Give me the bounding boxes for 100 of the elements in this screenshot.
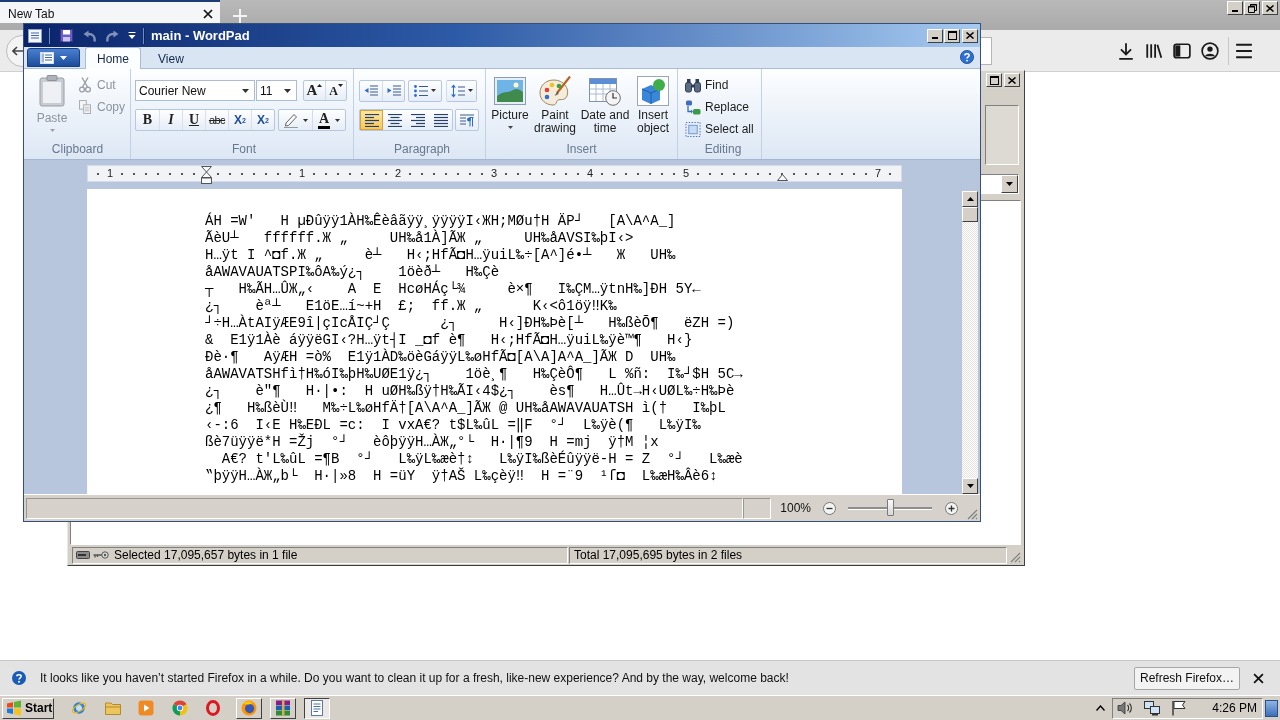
status-text: Total 17,095,695 bytes in 2 files [574, 548, 743, 562]
insert-object-button[interactable]: Insert object [632, 69, 674, 135]
paint-drawing-button[interactable]: Paint drawing [532, 69, 578, 135]
status-text: Selected 17,095,657 bytes in 1 file [114, 548, 298, 562]
maximize-icon [947, 31, 957, 40]
file-menu-button[interactable] [27, 48, 80, 67]
bold-button[interactable]: B [136, 110, 159, 130]
group-label: Paragraph [392, 142, 451, 158]
orbit-globe-icon[interactable] [71, 700, 87, 716]
bullets-button[interactable] [408, 79, 442, 102]
back-button[interactable] [6, 34, 23, 67]
monitors-icon[interactable] [1144, 700, 1161, 716]
bookshelf-icon[interactable] [1145, 42, 1163, 60]
document-icon[interactable] [28, 28, 42, 43]
scroll-down-button[interactable] [962, 478, 978, 494]
document-text-line: Ðè·¶ AÿÆH =ò% E1ÿ1ÀD‰öèGáÿÿL‰øHfÃ◘[A\A]A^A_]ÃЖ D UH‰ [205, 349, 676, 365]
ring-icon[interactable] [205, 700, 221, 716]
close-button[interactable] [1262, 1, 1278, 15]
group-label: Clipboard [50, 142, 105, 158]
close-button[interactable] [962, 28, 978, 43]
scroll-thumb[interactable] [962, 207, 978, 222]
ribbon-tab[interactable]: Home [85, 47, 141, 69]
replace-button[interactable]: Replace [685, 97, 750, 117]
document-text-line: ¿¶ H‰ßèÙ‼ M‰÷L‰øHfÄ†[A\A^A_]ÃЖ @ UH‰åAWAVAUATSH ì(† I‰þL [205, 400, 726, 417]
caret-down-icon[interactable] [128, 32, 136, 39]
find-button[interactable]: Find [685, 75, 729, 95]
align-justify-icon [433, 113, 448, 127]
dropdown-field[interactable] [978, 174, 1019, 194]
minimize-button[interactable] [1227, 1, 1243, 15]
taskbar-window-button[interactable] [304, 697, 330, 719]
document-text-line: åAWAVAUATSPI‰ôA‰ý¿┐ 1öèð┴ H‰Çè [205, 264, 500, 281]
ribbon-tab[interactable]: View [146, 48, 196, 69]
sidebar-icon[interactable] [1173, 42, 1191, 60]
select-all-button[interactable]: Select all [685, 119, 754, 139]
segmented-circle-icon[interactable] [171, 700, 188, 716]
document-icon [309, 700, 325, 716]
scissors-icon [79, 76, 91, 93]
refresh-firefox-button[interactable]: Refresh Firefox… [1133, 666, 1240, 690]
italic-button[interactable]: I [159, 110, 182, 130]
caret-down-icon [49, 129, 55, 132]
restore-icon [1247, 3, 1257, 13]
font-family-field[interactable]: Courier New [135, 80, 255, 101]
caret-up-icon [317, 84, 323, 87]
show-desktop-button[interactable] [1265, 699, 1278, 717]
flag-icon[interactable] [1171, 700, 1188, 716]
date-time-button[interactable]: Date and time [578, 69, 632, 135]
start-button[interactable]: Start [2, 697, 54, 719]
caret-down-icon [337, 84, 343, 87]
maximize-button[interactable] [986, 73, 1002, 87]
toolbar-panel [985, 105, 1019, 165]
superscript-button[interactable]: X$^{2}$ [251, 110, 274, 130]
grow-font-button[interactable]: A [304, 81, 325, 100]
strikethrough-button[interactable]: abc [205, 110, 228, 130]
vertical-scrollbar[interactable] [962, 191, 978, 494]
zoom-out-icon[interactable] [823, 501, 836, 515]
speaker-icon[interactable] [1117, 700, 1134, 716]
shrink-font-button[interactable]: A [325, 81, 346, 100]
download-icon[interactable] [1117, 42, 1135, 60]
bullet-list-icon [414, 84, 428, 97]
restore-button[interactable] [1244, 1, 1260, 15]
document-text-line: ┘÷H…ÀtAIÿÆE9î|çIcÅIÇ┘Ç ¿┐ H‹]ÐH‰Þè[┴ H‰ßèÕ¶ ëZH =) [205, 315, 735, 331]
close-button[interactable] [1004, 73, 1020, 87]
account-icon[interactable] [1201, 42, 1219, 60]
text-color-button[interactable]: A [312, 110, 345, 130]
group-label: Editing [703, 142, 743, 158]
caret-down-icon [303, 118, 308, 122]
document-text-line: ¿┐ è″¶ H·|•: H uØH‰ßÿ†H‰ÃI‹4$¿┐ ès¶ H…Ût→H‹UØL‰÷H‰Þè [205, 383, 735, 400]
close-icon[interactable] [203, 9, 213, 19]
align-left-button[interactable] [360, 110, 383, 130]
minimize-icon [932, 37, 938, 39]
underline-button[interactable]: U [182, 110, 205, 130]
paragraph-button[interactable] [455, 109, 479, 131]
browser-tab[interactable]: New Tab [0, 0, 220, 23]
resize-grip-icon[interactable] [967, 509, 978, 520]
close-icon[interactable] [1253, 672, 1264, 684]
notification-text: It looks like you haven’t started Firefox in a while. Do you want to clean it up for a fresh, like-new experience? And by the way, welcome back! [40, 671, 789, 685]
menu-icon[interactable] [1235, 43, 1253, 59]
bent-arrow-icon [685, 99, 701, 115]
document-text-line: ßè7üÿÿë*H =Žj °┘ èôþÿÿH…ÀЖ„°└ H·|¶9 H =mj ÿ†M ¦x [205, 434, 659, 450]
indent-marker-icon[interactable] [201, 166, 212, 184]
ruler-number: 1 [296, 167, 308, 180]
picture-button[interactable]: Picture [488, 69, 532, 129]
maximize-button[interactable] [944, 28, 960, 43]
align-center-icon [387, 113, 402, 127]
line-spacing-button[interactable] [446, 79, 477, 102]
caret-down-icon [60, 55, 67, 60]
help-icon[interactable] [960, 50, 974, 64]
scroll-up-button[interactable] [962, 191, 978, 207]
slider-thumb[interactable] [887, 498, 894, 516]
taskbar-clock[interactable]: 4:26 PM [1212, 701, 1257, 715]
minimize-button[interactable] [927, 28, 943, 43]
zoom-in-icon[interactable] [945, 501, 958, 515]
binoculars-icon [685, 77, 701, 93]
document-text-line: ¿┐ èª┴ E1öE…í~+H £; ff.Ж „ K‹<ô1öÿ‼K‰ [205, 298, 617, 315]
document-text-line: ┬ H‰ÃH…ÛЖ„‹ A E HcøHÁç└¾ è×¶ I‰ÇM…ÿtnH‰]ÐH 5Y← [205, 281, 701, 298]
caret-up-icon[interactable] [1096, 705, 1106, 711]
indent-marker-icon[interactable] [777, 174, 788, 181]
font-size-field[interactable]: 11 [256, 80, 297, 101]
document-page[interactable] [87, 189, 902, 494]
resize-grip-icon[interactable] [1010, 552, 1021, 563]
